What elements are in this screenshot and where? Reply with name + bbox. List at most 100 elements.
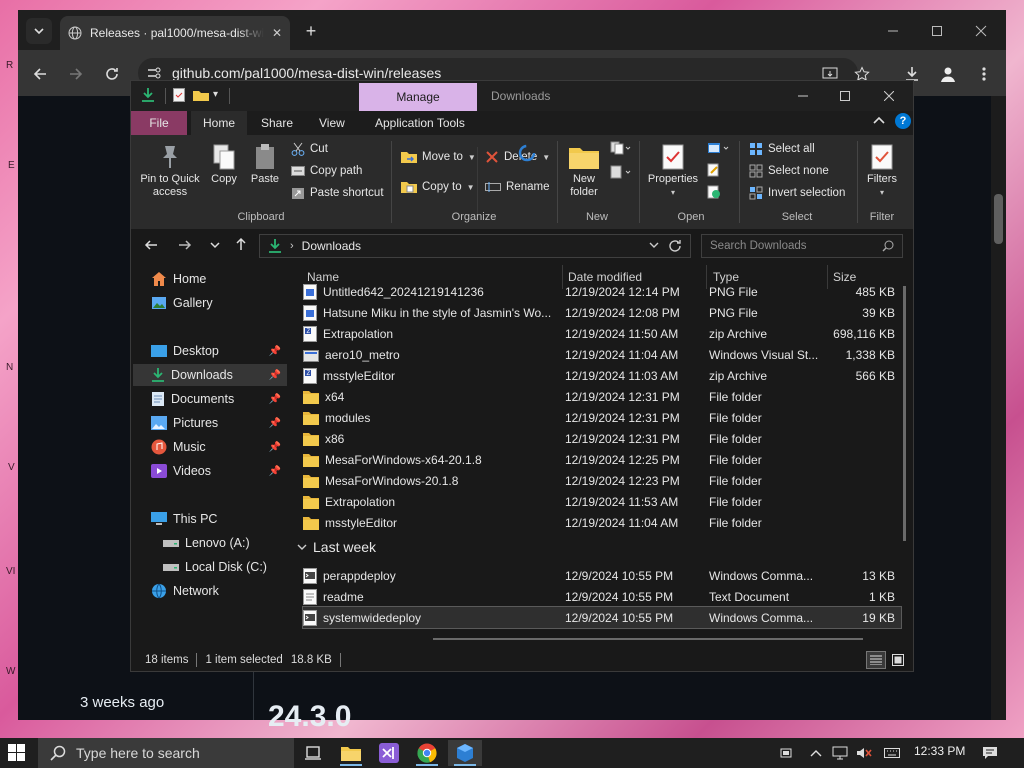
nav-item-pictures[interactable]: Pictures 📌 xyxy=(151,412,287,434)
file-row[interactable]: Extrapolation 12/19/2024 11:53 AM File fol… xyxy=(303,491,901,512)
address-bar[interactable]: › Downloads xyxy=(259,234,691,258)
details-view-button[interactable] xyxy=(866,651,886,669)
file-row[interactable]: perappdeploy 12/9/2024 10:55 PM Windows Co… xyxy=(303,565,901,586)
maximize-button[interactable] xyxy=(924,18,950,44)
task-view-button[interactable] xyxy=(296,740,330,766)
copy-button[interactable]: Copy xyxy=(207,141,241,186)
paste-shortcut-button[interactable]: Paste shortcut xyxy=(291,183,384,203)
refresh-icon[interactable] xyxy=(668,239,682,253)
group-header-last-week[interactable]: Last week xyxy=(297,539,376,555)
tray-notification-icon[interactable] xyxy=(780,742,792,764)
large-icons-view-button[interactable] xyxy=(889,652,907,668)
reload-button[interactable] xyxy=(98,60,126,88)
properties-quick-icon[interactable] xyxy=(173,88,185,102)
close-tab-icon[interactable]: ✕ xyxy=(272,26,282,40)
move-to-button[interactable]: Move to ▼ xyxy=(401,147,476,167)
tab-manage[interactable]: Manage xyxy=(359,83,477,111)
nav-item-network[interactable]: Network xyxy=(151,580,301,602)
history-icon[interactable] xyxy=(707,185,721,199)
rename-button[interactable]: Rename xyxy=(485,177,549,197)
taskbar-clock[interactable]: 12:33 PM xyxy=(914,744,965,758)
new-tab-button[interactable]: + xyxy=(300,20,322,42)
tab-application-tools[interactable]: Application Tools xyxy=(363,111,477,135)
select-none-button[interactable]: Select none xyxy=(749,161,829,181)
file-list-scrollbar[interactable] xyxy=(903,286,906,541)
select-all-button[interactable]: Select all xyxy=(749,139,815,159)
file-row[interactable]: Hatsune Miku in the style of Jasmin's Wo… xyxy=(303,302,901,323)
notifications-button[interactable] xyxy=(982,742,998,764)
file-row[interactable]: x86 12/19/2024 12:31 PM File folder xyxy=(303,428,901,449)
taskbar-chrome[interactable] xyxy=(410,740,444,766)
properties-button[interactable]: Properties ▾ xyxy=(645,141,701,199)
search-input[interactable]: Search Downloads xyxy=(701,234,903,258)
breadcrumb-downloads[interactable]: Downloads xyxy=(302,239,361,253)
taskbar-visual-studio[interactable] xyxy=(372,740,406,766)
nav-item-local-disk[interactable]: Local Disk (C:) xyxy=(163,556,313,578)
quick-access-download-icon[interactable] xyxy=(141,87,155,103)
edit-icon[interactable] xyxy=(707,163,721,177)
file-row[interactable]: systemwidedeploy 12/9/2024 10:55 PM Window… xyxy=(302,606,902,629)
maximize-button[interactable] xyxy=(825,85,865,107)
new-item-icon[interactable] xyxy=(609,141,631,155)
network-tray-icon[interactable] xyxy=(832,742,848,764)
up-button[interactable] xyxy=(233,236,249,252)
page-scrollbar-thumb[interactable] xyxy=(994,194,1003,244)
tab-view[interactable]: View xyxy=(307,111,357,135)
taskbar-file-explorer[interactable] xyxy=(334,740,368,766)
nav-item-music[interactable]: Music 📌 xyxy=(151,436,287,458)
nav-item-lenovo-drive[interactable]: Lenovo (A:) xyxy=(163,532,313,554)
file-row[interactable]: Untitled642_20241219141236 12/19/2024 12:… xyxy=(303,281,901,302)
close-button[interactable] xyxy=(869,85,909,107)
recent-locations-button[interactable] xyxy=(209,239,221,251)
taskbar-search-box[interactable]: Type here to search xyxy=(38,738,294,768)
more-menu-icon[interactable] xyxy=(972,62,996,86)
tab-search-button[interactable] xyxy=(26,18,52,44)
file-row[interactable]: msstyleEditor 12/19/2024 11:04 AM File fol… xyxy=(303,512,901,533)
page-scrollbar[interactable] xyxy=(991,96,1006,720)
start-button[interactable] xyxy=(8,744,26,762)
release-version[interactable]: 24.3.0 xyxy=(268,700,351,734)
new-folder-button[interactable]: New folder xyxy=(563,141,605,199)
forward-button[interactable] xyxy=(62,60,90,88)
tab-share[interactable]: Share xyxy=(249,111,305,135)
nav-item-documents[interactable]: Documents 📌 xyxy=(151,388,287,410)
paste-button[interactable]: Paste xyxy=(247,141,283,186)
volume-muted-icon[interactable] xyxy=(856,742,872,764)
back-button[interactable] xyxy=(143,237,159,253)
file-row[interactable]: ZmsstyleEditor 12/19/2024 11:03 AM zip Arc… xyxy=(303,365,901,386)
taskbar-app-cube[interactable] xyxy=(448,740,482,766)
tab-file[interactable]: File xyxy=(131,111,187,135)
browser-tab[interactable]: Releases · pal1000/mesa-dist-win ✕ xyxy=(60,16,290,50)
keyboard-icon[interactable] xyxy=(884,742,900,764)
file-list-horizontal-scrollbar[interactable] xyxy=(433,638,863,640)
open-icon[interactable] xyxy=(707,141,729,155)
minimize-button[interactable] xyxy=(880,18,906,44)
quick-access-dropdown-icon[interactable]: ▾ xyxy=(213,89,218,100)
site-info-icon[interactable] xyxy=(146,65,162,81)
nav-item-home[interactable]: Home xyxy=(151,268,301,290)
easy-access-icon[interactable] xyxy=(609,165,631,179)
tab-home[interactable]: Home xyxy=(191,111,248,135)
file-row[interactable]: x64 12/19/2024 12:31 PM File folder xyxy=(303,386,901,407)
nav-item-desktop[interactable]: Desktop 📌 xyxy=(151,340,287,362)
file-row[interactable]: aero10_metro 12/19/2024 11:04 AM Windows V… xyxy=(303,344,901,365)
forward-button[interactable] xyxy=(177,237,193,253)
copy-to-button[interactable]: Copy to ▼ xyxy=(401,177,475,197)
pin-to-quick-access-button[interactable]: Pin to Quick access xyxy=(137,141,203,199)
nav-item-this-pc[interactable]: This PC xyxy=(151,508,301,530)
file-row[interactable]: modules 12/19/2024 12:31 PM File folder xyxy=(303,407,901,428)
file-row[interactable]: Z Extrapolation 12/19/2024 11:50 AM zip Arc… xyxy=(303,323,901,344)
nav-item-downloads[interactable]: Downloads 📌 xyxy=(133,364,287,386)
file-row[interactable]: MesaForWindows-20.1.8 12/19/2024 12:23 PM… xyxy=(303,470,901,491)
show-hidden-icons-button[interactable] xyxy=(810,742,822,764)
new-folder-quick-icon[interactable] xyxy=(193,89,209,101)
invert-selection-button[interactable]: Invert selection xyxy=(749,183,845,203)
address-dropdown-icon[interactable] xyxy=(648,239,660,251)
back-button[interactable] xyxy=(26,60,54,88)
cut-button[interactable]: Cut xyxy=(291,139,328,159)
help-icon[interactable]: ? xyxy=(895,113,911,129)
filters-button[interactable]: Filters ▾ xyxy=(861,141,903,199)
close-button[interactable] xyxy=(968,18,994,44)
file-row[interactable]: readme 12/9/2024 10:55 PM Text Document 1 K… xyxy=(303,586,901,607)
minimize-button[interactable] xyxy=(783,85,823,107)
